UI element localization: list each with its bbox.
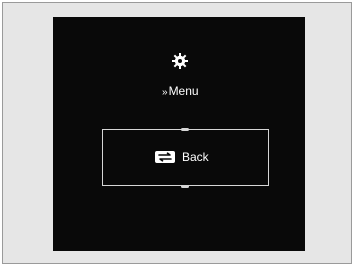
menu-button[interactable]: »Menu: [162, 84, 199, 100]
gear-icon: [171, 52, 189, 70]
back-icon: [155, 151, 175, 163]
menu-label: Menu: [168, 84, 199, 98]
scroll-down-indicator: [181, 185, 189, 188]
display-screen: »Menu Back: [53, 17, 305, 251]
back-item[interactable]: Back: [155, 150, 209, 164]
back-label: Back: [182, 150, 209, 164]
manual-figure-frame: »Menu Back: [2, 2, 352, 264]
menu-prefix: »: [162, 87, 168, 98]
